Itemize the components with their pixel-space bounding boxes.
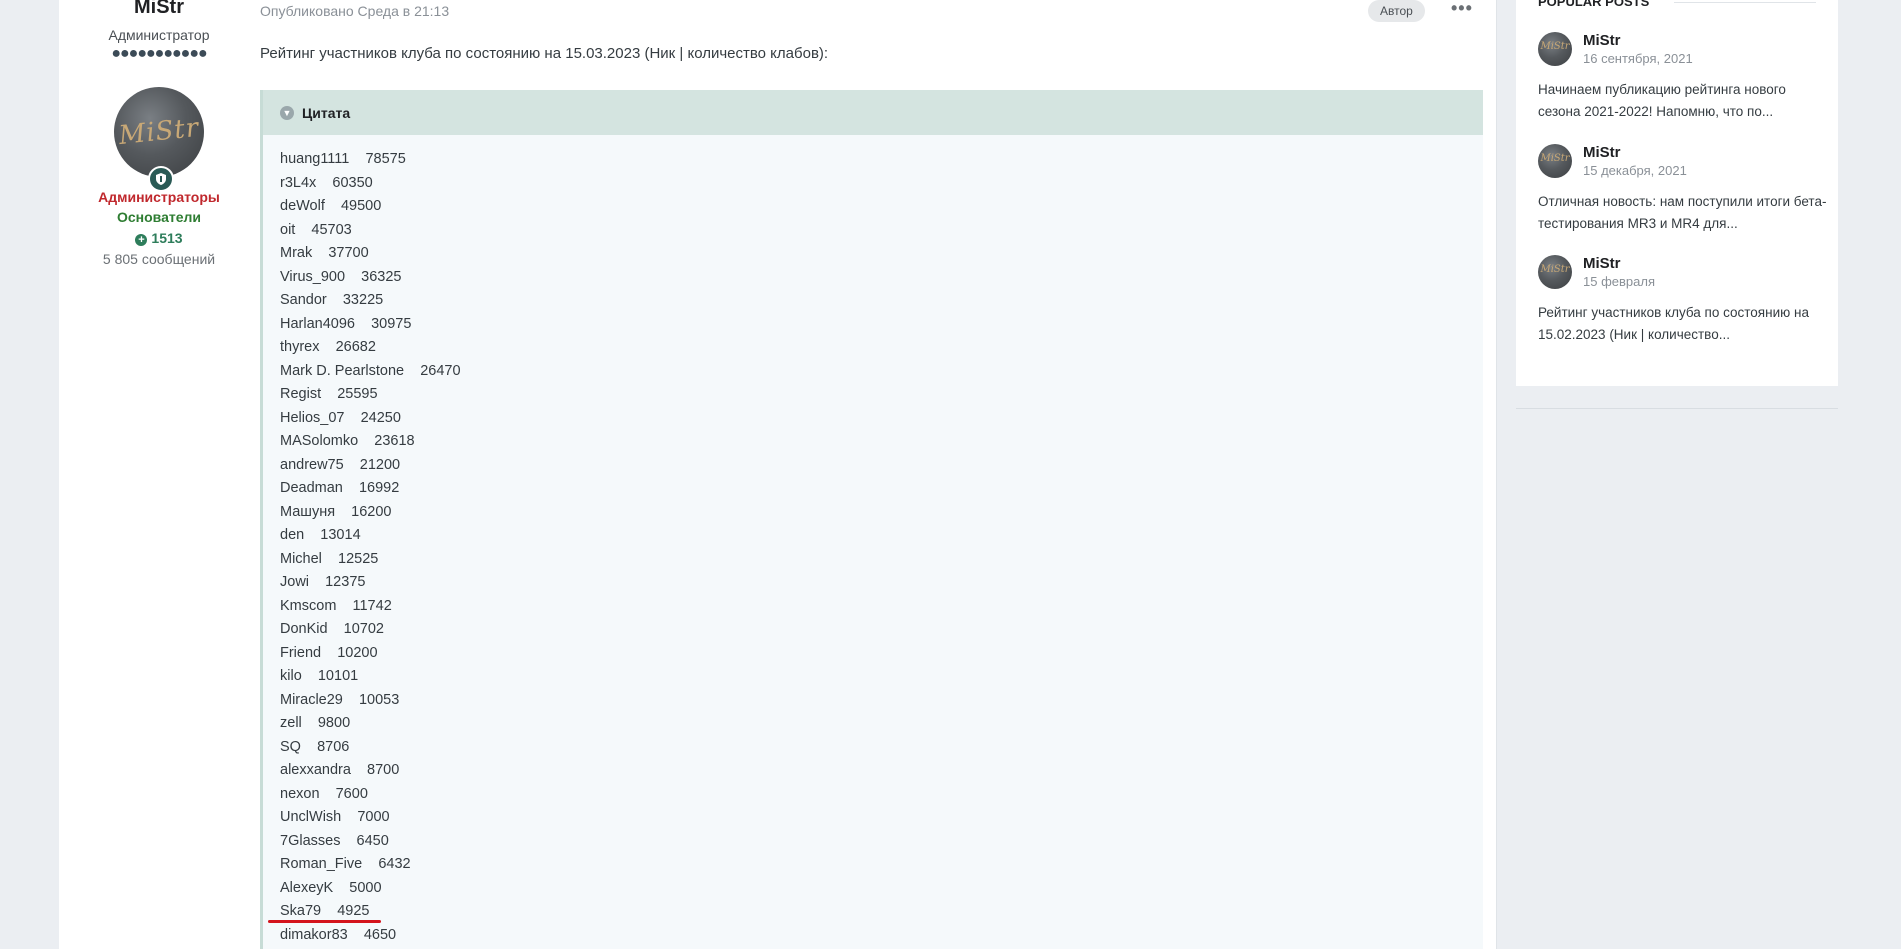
reputation-badge[interactable]: +1513 xyxy=(59,230,259,246)
ranking-row: Машуня 16200 xyxy=(280,503,392,520)
ranking-row: huang1111 78575 xyxy=(280,151,406,167)
post-count: 5 805 сообщений xyxy=(102,251,216,267)
ranking-row: alexxandra 8700 xyxy=(280,762,400,778)
group-administrators: Администраторы xyxy=(98,189,220,205)
post-author-name[interactable]: MiStr xyxy=(1583,255,1621,272)
rank-pips: ●●●●●●●●●●● xyxy=(111,45,207,62)
ranking-row: Roman_Five 6432 xyxy=(280,856,411,872)
page: MiStr Администратор ●●●●●●●●●●● MiStr Ад… xyxy=(0,0,1901,949)
post-date: 15 декабря, 2021 xyxy=(1583,163,1687,178)
quote-block: ▼ Цитата huang1111 78575 r3L4x 60350 deWol… xyxy=(260,90,1483,949)
ranking-row: Mrak 37700 xyxy=(280,245,369,261)
ranking-row: deWolf 49500 xyxy=(280,198,382,214)
post-date: 15 февраля xyxy=(1583,274,1655,289)
ranking-row: Harlan4096 30975 xyxy=(280,315,412,332)
ranking-row: 7Glasses 6450 xyxy=(280,832,389,849)
ranking-row: den 13014 xyxy=(280,527,361,543)
avatar[interactable]: MiStr xyxy=(1538,144,1572,178)
ranking-row: Helios_07 24250 xyxy=(280,409,401,426)
post-date: 16 сентября, 2021 xyxy=(1583,51,1693,66)
author-title: Администратор xyxy=(108,27,210,43)
post-intro: Рейтинг участников клуба по состоянию на… xyxy=(260,45,829,62)
ranking-row: Kmscom 11742 xyxy=(280,597,392,614)
ranking-row: dimakor83 4650 xyxy=(280,926,397,943)
ranking-row: SQ 8706 xyxy=(280,738,350,755)
ranking-row: Friend 10200 xyxy=(280,644,378,661)
ranking-row: kilo 10101 xyxy=(280,668,359,684)
avatar[interactable]: MiStr xyxy=(114,87,204,177)
author-name[interactable]: MiStr xyxy=(59,0,259,19)
more-options-icon[interactable]: ••• xyxy=(1451,0,1473,19)
post-excerpt[interactable]: Начинаем публикацию рейтинга нового сезо… xyxy=(1538,79,1828,123)
plus-circle-icon: + xyxy=(135,234,148,246)
ranking-row: nexon 7600 xyxy=(280,785,368,802)
author-tag: Автор xyxy=(1368,0,1425,22)
post-excerpt[interactable]: Рейтинг участников клуба по состоянию на… xyxy=(1538,302,1828,346)
ranking-row: Regist 25595 xyxy=(280,386,378,402)
group-founders: Основатели xyxy=(116,209,202,225)
post-timestamp[interactable]: Опубликовано Среда в 21:13 xyxy=(260,3,449,19)
ranking-row: zell 9800 xyxy=(280,715,351,731)
ranking-row: Sandor 33225 xyxy=(280,292,384,308)
avatar[interactable]: MiStr xyxy=(1538,32,1572,66)
ranking-row: Michel 12525 xyxy=(280,550,379,567)
quote-label: Цитата xyxy=(302,104,351,121)
ranking-row: AlexeyK 5000 xyxy=(280,879,382,896)
highlight-underline xyxy=(268,920,381,923)
divider xyxy=(1516,408,1838,409)
ranking-row: MASolomko 23618 xyxy=(280,433,415,449)
ranking-row: UnclWish 7000 xyxy=(280,809,390,825)
ranking-row: thyrex 26682 xyxy=(280,339,376,355)
popular-posts-widget: Popular Posts MiStr MiStr 16 сентября, 2… xyxy=(1516,0,1838,386)
ranking-row: Virus_900 36325 xyxy=(280,268,402,285)
post-author-name[interactable]: MiStr xyxy=(1583,32,1621,49)
ranking-row: andrew75 21200 xyxy=(280,456,401,473)
reputation-value: 1513 xyxy=(151,230,183,246)
ranking-list: huang1111 78575 r3L4x 60350 deWolf 49500 oi… xyxy=(280,148,461,947)
avatar-signature: MiStr xyxy=(117,112,201,152)
ranking-row: DonKid 10702 xyxy=(280,621,384,637)
post-excerpt[interactable]: Отличная новость: нам поступили итоги бе… xyxy=(1538,191,1828,235)
avatar[interactable]: MiStr xyxy=(1538,255,1572,289)
widget-title: Popular Posts xyxy=(1538,0,1650,9)
ranking-row: oit 45703 xyxy=(280,221,352,238)
ranking-row: Miracle29 10053 xyxy=(280,691,400,708)
ranking-row: Jowi 12375 xyxy=(280,574,366,590)
ranking-row: Mark D. Pearlstone 26470 xyxy=(280,362,461,379)
ranking-row: Deadman 16992 xyxy=(280,480,400,496)
post-author-name[interactable]: MiStr xyxy=(1583,144,1621,161)
chevron-down-icon: ▼ xyxy=(280,105,294,120)
ranking-row: r3L4x 60350 xyxy=(280,174,373,191)
quote-header[interactable]: ▼ Цитата xyxy=(263,90,1483,135)
divider xyxy=(1674,2,1816,3)
